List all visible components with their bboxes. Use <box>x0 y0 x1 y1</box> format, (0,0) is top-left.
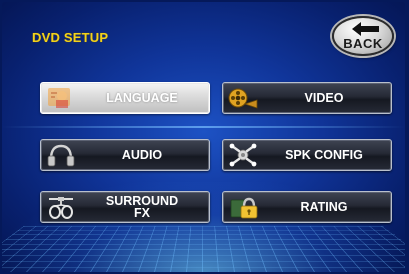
language-label: LANGUAGE <box>106 91 178 105</box>
audio-button[interactable]: AUDIO <box>40 139 210 171</box>
spk-config-label: SPK CONFIG <box>285 148 363 162</box>
page-title: DVD SETUP <box>32 30 109 45</box>
spk-config-button[interactable]: SPK CONFIG <box>222 139 392 171</box>
dvd-setup-screen: DVD SETUP BACK LANGUAGE VIDEO AUDIO SPK … <box>2 2 405 272</box>
back-arrow-icon <box>352 22 379 36</box>
grid-floor <box>2 226 405 272</box>
surround-fx-label-text: SURROUND FX <box>105 194 179 220</box>
rating-label: RATING <box>300 200 348 214</box>
surround-fx-label: SURROUND FX <box>81 192 203 222</box>
language-icon <box>45 85 77 111</box>
video-label: VIDEO <box>304 91 344 105</box>
lock-icon <box>227 194 259 220</box>
surround-fx-button[interactable]: SURROUND FX <box>40 191 210 223</box>
audio-label: AUDIO <box>121 148 163 162</box>
language-button[interactable]: LANGUAGE <box>40 82 210 114</box>
rating-button[interactable]: RATING <box>222 191 392 223</box>
surround-icon <box>45 194 77 220</box>
film-reel-icon <box>227 85 259 111</box>
back-button-label: BACK <box>343 36 383 51</box>
video-button[interactable]: VIDEO <box>222 82 392 114</box>
headphones-icon <box>45 142 77 168</box>
horizon-glow <box>2 126 405 128</box>
back-button[interactable]: BACK <box>332 16 394 56</box>
speaker-config-icon <box>227 142 259 168</box>
